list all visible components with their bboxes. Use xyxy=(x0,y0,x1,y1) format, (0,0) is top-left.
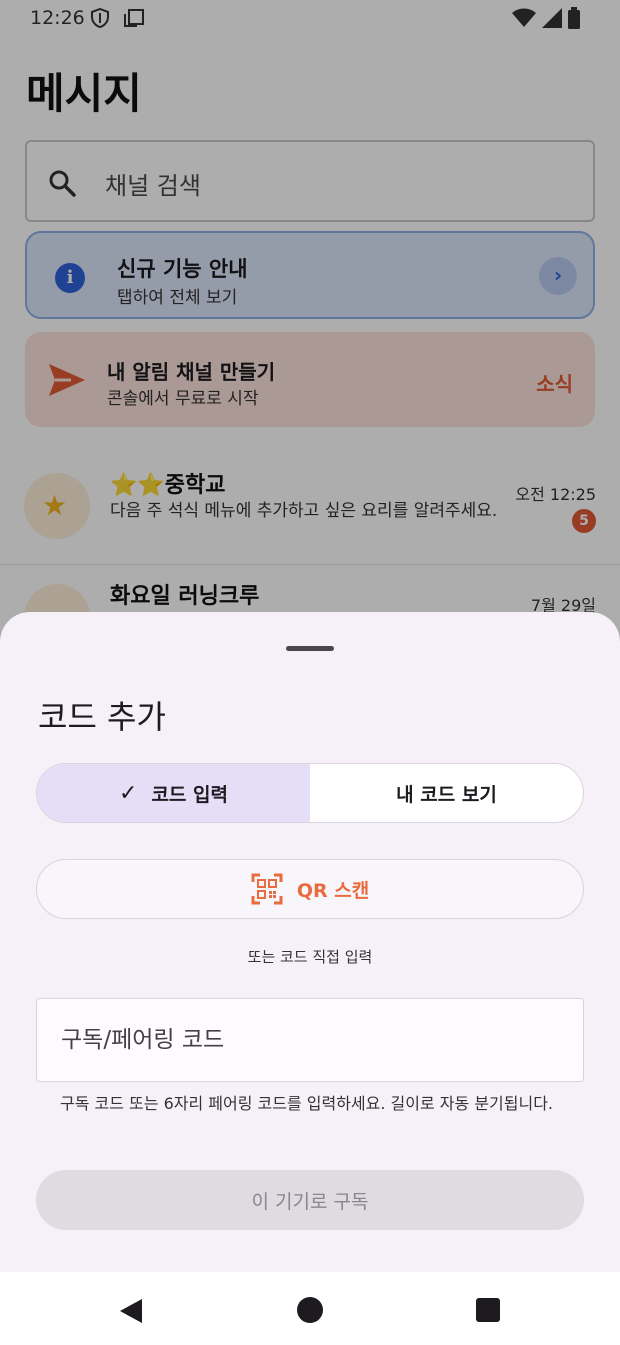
code-mode-toggle: ✓ 코드 입력 내 코드 보기 xyxy=(36,763,584,823)
subscribe-button[interactable]: 이 기기로 구독 xyxy=(36,1170,584,1230)
recents-icon[interactable] xyxy=(476,1298,500,1322)
or-divider-text: 또는 코드 직접 입력 xyxy=(247,948,373,966)
tab-label: 코드 입력 xyxy=(151,783,228,806)
sheet-title: 코드 추가 xyxy=(38,698,166,736)
add-code-bottom-sheet: 코드 추가 ✓ 코드 입력 내 코드 보기 QR 스캔 또는 코드 직접 입력 … xyxy=(0,612,620,1272)
tab-my-code[interactable]: 내 코드 보기 xyxy=(310,764,583,822)
qr-scan-icon xyxy=(251,873,283,905)
check-icon: ✓ xyxy=(119,780,138,806)
qr-scan-label: QR 스캔 xyxy=(296,879,370,902)
drag-handle[interactable] xyxy=(286,646,334,651)
back-icon[interactable] xyxy=(118,1298,144,1324)
navigation-bar xyxy=(0,1272,620,1345)
home-icon[interactable] xyxy=(297,1297,323,1323)
qr-scan-button[interactable]: QR 스캔 xyxy=(36,859,584,919)
tab-label: 내 코드 보기 xyxy=(396,783,497,806)
tab-code-input[interactable]: ✓ 코드 입력 xyxy=(37,764,310,822)
subscription-code-input[interactable] xyxy=(36,998,584,1082)
code-helper-text: 구독 코드 또는 6자리 페어링 코드를 입력하세요. 길이로 자동 분기됩니다… xyxy=(60,1094,554,1113)
